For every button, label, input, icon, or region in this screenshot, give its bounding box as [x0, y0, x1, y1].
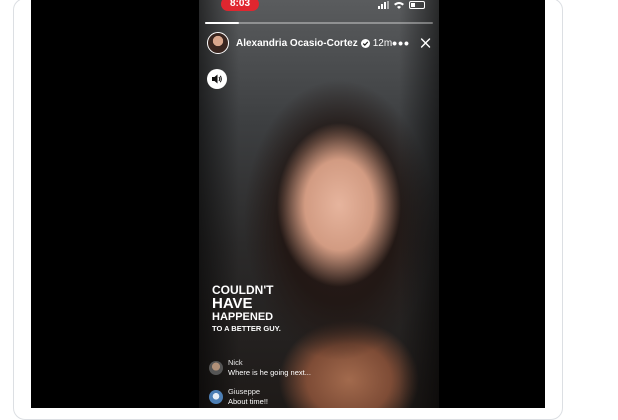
caption-line: HAVE [212, 295, 253, 312]
status-time: 8:03 [221, 0, 259, 11]
author-avatar[interactable] [207, 32, 229, 54]
wifi-icon [394, 2, 404, 9]
caption-line: HAPPENED [212, 311, 274, 323]
story-shade-right [399, 0, 439, 408]
comment-text: About time!! [228, 397, 269, 406]
embedded-video[interactable]: 8:03 Alexandria Ocasio-Cortez 12m ••• CO… [31, 0, 545, 408]
commenter-name: Nick [228, 358, 243, 367]
more-options-icon[interactable]: ••• [392, 36, 410, 50]
signal-icon [378, 1, 389, 9]
instagram-story: 8:03 Alexandria Ocasio-Cortez 12m ••• CO… [199, 0, 439, 408]
comment-text: Where is he going next... [228, 368, 311, 377]
close-icon[interactable] [420, 36, 431, 50]
commenter-avatar [209, 390, 223, 404]
speaker-icon[interactable] [207, 69, 227, 89]
status-icons [378, 1, 425, 9]
story-shade-left [199, 0, 239, 408]
battery-icon [409, 1, 425, 9]
author-name[interactable]: Alexandria Ocasio-Cortez [236, 38, 358, 49]
story-caption: COULDN'T HAVE HAPPENED TO A BETTER GUY. [212, 284, 281, 333]
comment-item: Giuseppe About time!! [209, 387, 268, 407]
comment-item: Nick Where is he going next... [209, 358, 311, 378]
story-progress-bar [205, 22, 433, 24]
story-progress-fill [205, 22, 240, 24]
commenter-name: Giuseppe [228, 387, 261, 396]
verified-badge-icon [360, 38, 370, 48]
story-header: Alexandria Ocasio-Cortez 12m ••• [207, 32, 431, 54]
story-timestamp: 12m [372, 37, 393, 49]
caption-line: TO A BETTER GUY. [212, 324, 281, 333]
commenter-avatar [209, 361, 223, 375]
